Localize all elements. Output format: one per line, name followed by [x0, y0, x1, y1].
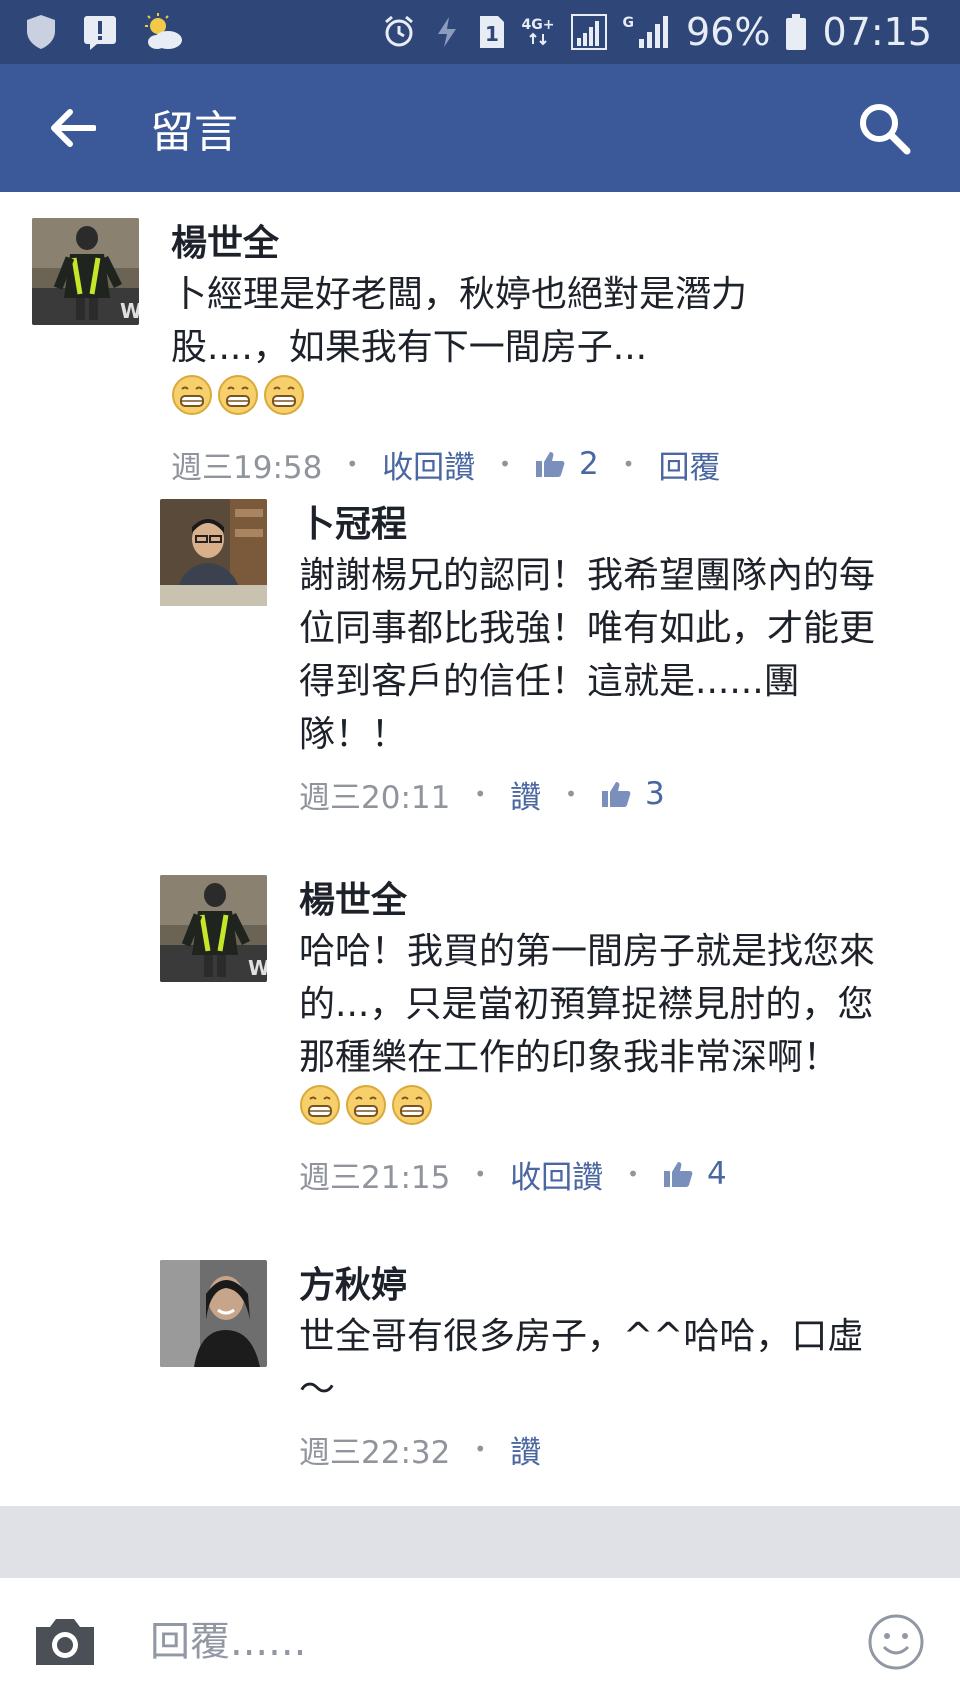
- emoji-button[interactable]: [866, 1612, 926, 1672]
- comment-timestamp: 週三22:32: [299, 1434, 451, 1471]
- app-bar: 留言: [0, 64, 960, 192]
- page-title: 留言: [150, 107, 238, 158]
- avatar[interactable]: W: [32, 218, 139, 325]
- thumbs-up-icon: [601, 782, 631, 807]
- like-count-value: 4: [706, 1156, 727, 1192]
- status-bar: 1 4G+ G 96% 07:15: [0, 0, 960, 64]
- emoji-group: [299, 1084, 433, 1141]
- back-button[interactable]: [32, 88, 112, 168]
- reply-input[interactable]: [150, 1619, 770, 1665]
- comment-author[interactable]: 楊世全: [171, 222, 771, 266]
- like-count[interactable]: 2: [535, 446, 599, 482]
- separator-dot: •: [474, 1437, 487, 1461]
- like-count-value: 3: [644, 776, 665, 812]
- comment-author[interactable]: 方秋婷: [299, 1264, 899, 1308]
- comment-text: 世全哥有很多房子，^^哈哈，口虛～: [299, 1316, 864, 1410]
- like-button[interactable]: 讚: [510, 1427, 541, 1472]
- alert-message-icon: [82, 14, 118, 50]
- grinning-emoji-icon: [299, 1084, 341, 1141]
- signal-strength-icon-1: [570, 14, 607, 50]
- comment-item: W 楊世全 卜經理是好老闆，秋婷也絕對是潛力股....，如果我有下一間房子...…: [32, 218, 771, 487]
- network-type-label: 4G+: [521, 17, 555, 33]
- battery-icon: [786, 14, 807, 50]
- comment-text-content: 卜經理是好老闆，秋婷也絕對是潛力股....，如果我有下一間房子...: [171, 274, 748, 368]
- thumbs-up-icon: [535, 452, 565, 477]
- comment-item: 方秋婷 世全哥有很多房子，^^哈哈，口虛～ 週三22:32 • 讚: [160, 1260, 899, 1472]
- like-count[interactable]: 3: [601, 776, 665, 812]
- comments-list: W 楊世全 卜經理是好老闆，秋婷也絕對是潛力股....，如果我有下一間房子...…: [0, 192, 960, 1506]
- comment-meta: 週三21:15 • 收回讚 • 4: [299, 1151, 899, 1197]
- network-type-label-2: G: [622, 15, 635, 31]
- separator-dot: •: [622, 452, 635, 476]
- weather-partly-cloudy-icon: [142, 13, 184, 51]
- avatar[interactable]: [160, 499, 267, 606]
- comment-meta: 週三22:32 • 讚: [299, 1426, 899, 1472]
- separator-dot: •: [474, 1162, 487, 1186]
- comment-item: W 楊世全 哈哈！我買的第一間房子就是找您來的...，只是當初預算捉襟見肘的，您…: [160, 875, 899, 1197]
- svg-text:W: W: [120, 299, 139, 323]
- grinning-emoji-icon: [345, 1084, 387, 1141]
- comment-text: 哈哈！我買的第一間房子就是找您來的...，只是當初預算捉襟見肘的，您那種樂在工作…: [299, 925, 899, 1141]
- clock: 07:15: [822, 10, 932, 54]
- comment-item: 卜冠程 謝謝楊兄的認同！我希望團隊內的每位同事都比我強！唯有如此，才能更得到客戶…: [160, 499, 899, 817]
- separator-dot: •: [499, 452, 511, 476]
- grinning-emoji-icon: [171, 374, 213, 431]
- data-saver-icon: [432, 15, 462, 49]
- like-count[interactable]: 4: [663, 1156, 727, 1192]
- avatar[interactable]: [160, 1260, 267, 1367]
- avatar[interactable]: W: [160, 875, 267, 982]
- search-button[interactable]: [844, 88, 924, 168]
- comment-meta: 週三19:58 • 收回讚 • 2 • 回覆: [171, 441, 771, 487]
- search-icon: [860, 104, 911, 155]
- svg-text:W: W: [248, 956, 267, 980]
- grinning-emoji-icon: [391, 1084, 433, 1141]
- comment-text-content: 哈哈！我買的第一間房子就是找您來的...，只是當初預算捉襟見肘的，您那種樂在工作…: [299, 931, 876, 1078]
- separator-dot: •: [565, 782, 577, 806]
- comment-author[interactable]: 卜冠程: [299, 503, 899, 547]
- reply-composer: [0, 1578, 960, 1706]
- comment-timestamp: 週三20:11: [299, 779, 451, 816]
- separator-dot: •: [627, 1162, 639, 1186]
- thumbs-up-icon: [663, 1162, 693, 1187]
- camera-icon: [36, 1619, 94, 1665]
- like-count-value: 2: [578, 446, 599, 482]
- sim-slot-icon: 1: [478, 14, 506, 50]
- like-button[interactable]: 讚: [510, 772, 541, 817]
- reply-button[interactable]: 回覆: [658, 442, 720, 487]
- signal-strength-icon-2: G: [623, 15, 671, 49]
- separator-dot: •: [346, 452, 359, 476]
- alarm-icon: [382, 15, 416, 49]
- mobile-data-icon: 4G+: [522, 18, 555, 46]
- comment-text: 謝謝楊兄的認同！我希望團隊內的每位同事都比我強！唯有如此，才能更得到客戶的信任！…: [299, 555, 876, 755]
- smiley-face-icon: [868, 1614, 924, 1670]
- camera-button[interactable]: [30, 1612, 100, 1672]
- emoji-group: [171, 374, 305, 431]
- arrow-left-icon: [51, 109, 96, 147]
- comment-text: 卜經理是好老闆，秋婷也絕對是潛力股....，如果我有下一間房子...: [171, 268, 771, 431]
- battery-percent: 96%: [686, 10, 771, 54]
- comment-timestamp: 週三21:15: [299, 1159, 451, 1196]
- grinning-emoji-icon: [217, 374, 259, 431]
- section-divider: [0, 1506, 960, 1578]
- shield-icon: [24, 13, 58, 51]
- comment-author[interactable]: 楊世全: [299, 879, 899, 923]
- unlike-button[interactable]: 收回讚: [510, 1152, 603, 1197]
- separator-dot: •: [474, 782, 487, 806]
- comment-meta: 週三20:11 • 讚 • 3: [299, 771, 899, 817]
- comment-timestamp: 週三19:58: [171, 449, 323, 486]
- unlike-button[interactable]: 收回讚: [382, 442, 475, 487]
- svg-text:1: 1: [485, 22, 499, 46]
- grinning-emoji-icon: [263, 374, 305, 431]
